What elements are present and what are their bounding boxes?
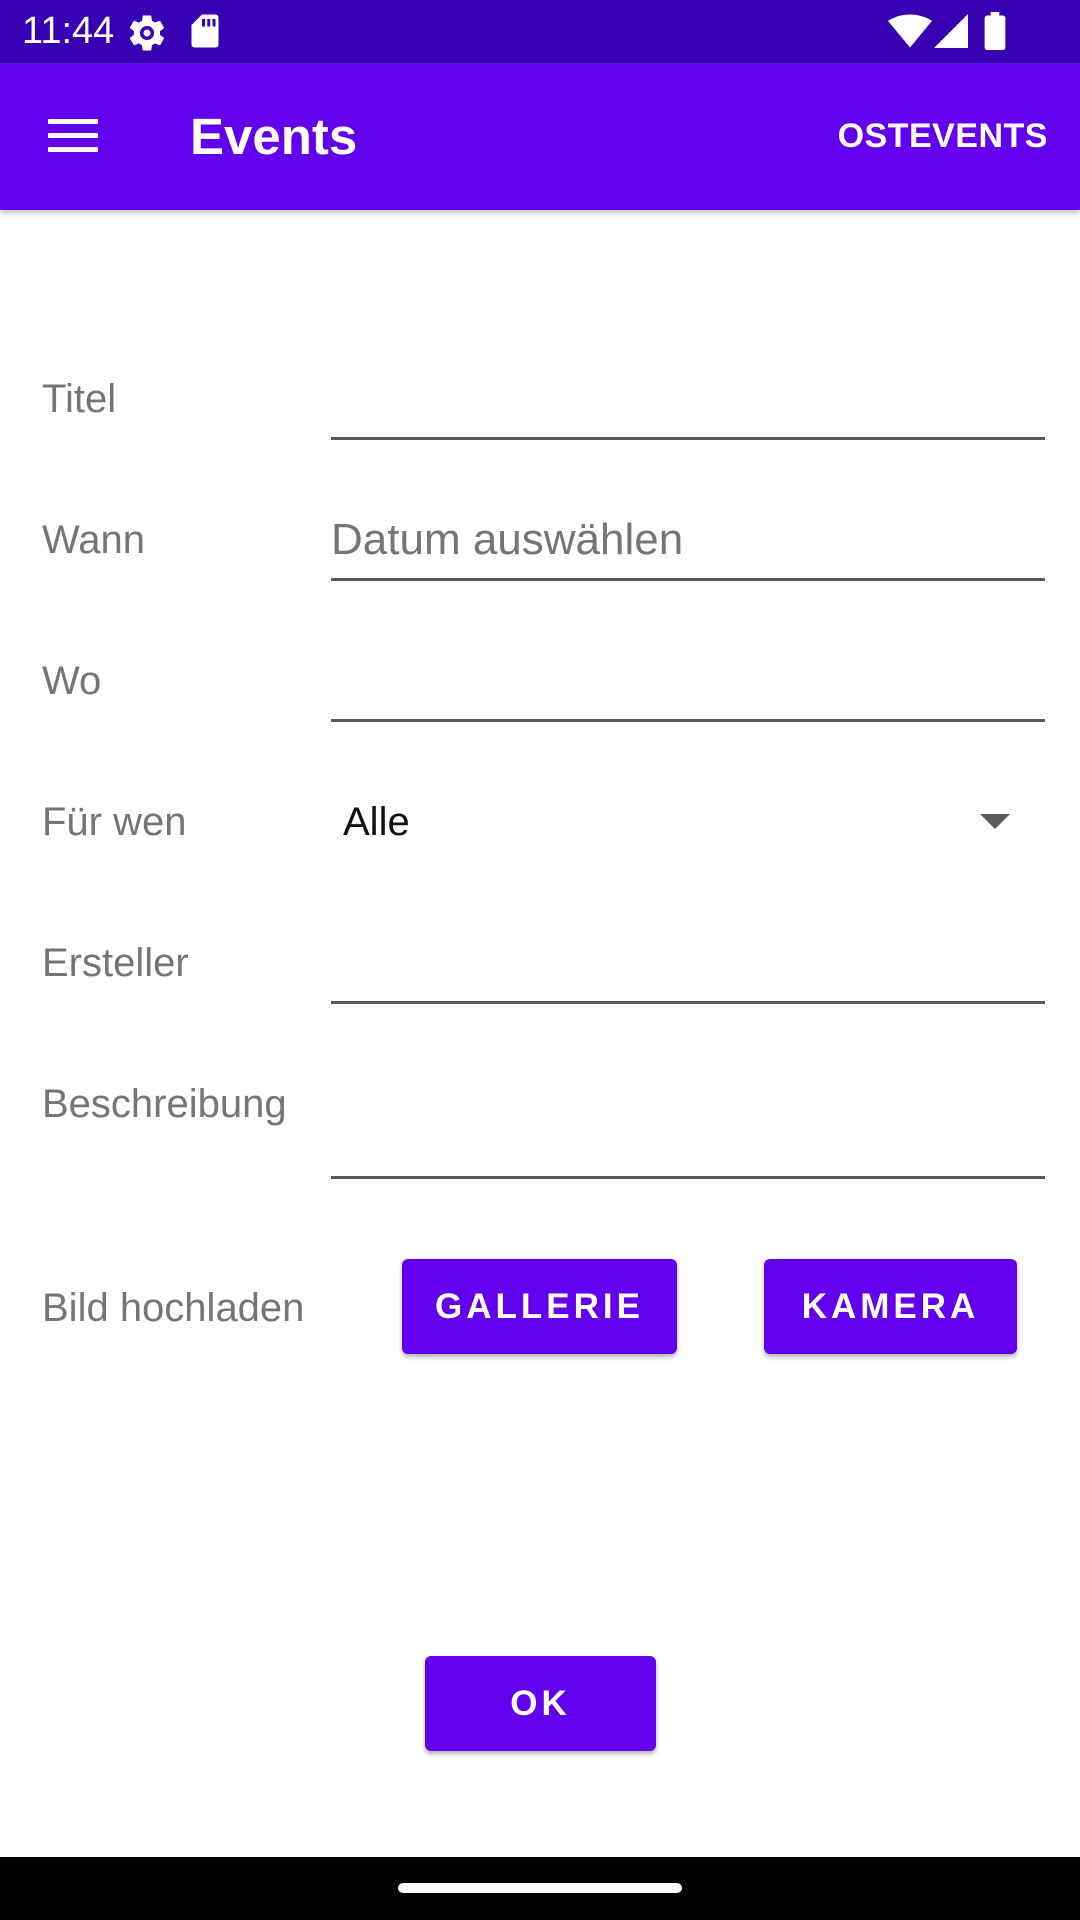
app-bar: Events OSTEVENTS: [0, 63, 1080, 210]
status-bar: 11:44: [0, 0, 1080, 63]
where-label: Wo: [42, 659, 102, 703]
settings-gear-icon: [129, 15, 165, 51]
hamburger-menu-icon[interactable]: [36, 105, 108, 165]
audience-dropdown[interactable]: Alle: [331, 790, 1045, 854]
creator-label: Ersteller: [42, 941, 189, 985]
image-upload-label: Bild hochladen: [42, 1286, 305, 1330]
location-field-underline: [331, 719, 1045, 722]
cell-signal-icon: [934, 14, 968, 48]
wifi-icon: [888, 14, 932, 48]
gallery-button[interactable]: GALLERIE: [402, 1259, 677, 1354]
home-gesture-handle[interactable]: [398, 1883, 682, 1893]
audience-label: Für wen: [42, 800, 187, 844]
title-field[interactable]: [331, 366, 1045, 436]
ostevents-button[interactable]: OSTEVENTS: [838, 115, 1048, 157]
description-field[interactable]: [331, 1073, 1045, 1173]
navigation-bar: [0, 1857, 1080, 1920]
battery-icon: [984, 12, 1006, 50]
screen: 11:44 Events OSTEVENTS Titel Wann Datum …: [0, 0, 1080, 1920]
description-label: Beschreibung: [42, 1082, 287, 1126]
dropdown-arrow-icon: [980, 814, 1010, 829]
audience-selected-value: Alle: [343, 800, 410, 844]
ok-button[interactable]: OK: [425, 1656, 656, 1751]
status-time: 11:44: [22, 10, 115, 52]
title-label: Titel: [42, 377, 117, 421]
location-field[interactable]: [331, 648, 1045, 718]
creator-field-underline: [331, 1001, 1045, 1004]
creator-field[interactable]: [331, 930, 1045, 1000]
date-field-underline: [331, 578, 1045, 581]
when-label: Wann: [42, 518, 146, 562]
description-field-underline: [331, 1176, 1045, 1179]
app-title: Events: [190, 108, 358, 165]
camera-button[interactable]: KAMERA: [764, 1259, 1017, 1354]
sd-card-icon: [191, 14, 219, 48]
date-picker-field[interactable]: [331, 505, 1045, 575]
title-field-underline: [331, 437, 1045, 440]
